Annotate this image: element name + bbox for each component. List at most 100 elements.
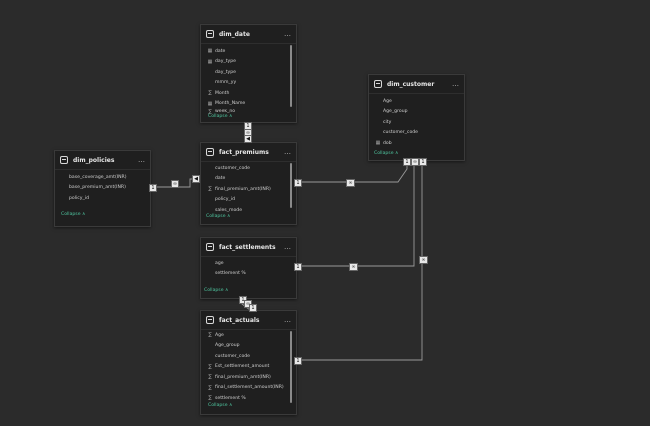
table-title: fact_settlements [219, 243, 276, 251]
cardinality-one: 1 [149, 184, 157, 192]
field-name: dob [383, 140, 392, 146]
table-icon [374, 80, 382, 88]
table-header[interactable]: dim_policies … [55, 151, 150, 170]
scrollbar[interactable] [290, 45, 292, 107]
more-options-icon[interactable]: … [284, 148, 291, 156]
field-row[interactable]: ∑ Month [201, 88, 296, 99]
sigma-icon: ∑ [208, 332, 212, 339]
sigma-icon: ∑ [208, 384, 212, 391]
filter-direction-arrow: ◀ [244, 135, 252, 143]
field-row[interactable]: base_premium_amt(INR) [55, 183, 150, 194]
field-name: date [215, 176, 226, 182]
field-row[interactable]: ▦ Month_Name [201, 99, 296, 110]
field-name: Age_group [215, 343, 240, 349]
field-row[interactable]: customer_code [369, 128, 464, 139]
table-dim-policies[interactable]: dim_policies … base_coverage_amt(INR) ba… [54, 150, 151, 227]
field-row[interactable]: customer_code [201, 163, 296, 174]
field-name: mmm_yy [215, 80, 237, 86]
more-options-icon[interactable]: … [284, 30, 291, 38]
field-row[interactable]: policy_id [201, 195, 296, 206]
more-options-icon[interactable]: … [284, 316, 291, 324]
table-icon [206, 30, 214, 38]
field-row[interactable]: ∑ final_premium_amt(INR) [201, 184, 296, 195]
cardinality-one: 1 [294, 357, 302, 365]
field-name: customer_code [215, 165, 251, 171]
field-row[interactable]: settlement % [201, 269, 296, 280]
field-row[interactable]: ∑ settlement % [201, 393, 296, 404]
collapse-link[interactable]: Collapse ∧ [374, 151, 398, 156]
table-icon [206, 243, 214, 251]
table-header[interactable]: fact_actuals … [201, 311, 296, 330]
field-row[interactable]: date [201, 174, 296, 185]
collapse-link[interactable]: Collapse ∧ [61, 212, 85, 217]
field-name: day_type [215, 69, 237, 75]
field-row[interactable]: age [201, 258, 296, 269]
collapse-link[interactable]: Collapse ∧ [208, 114, 232, 119]
cardinality-many: ∞ [419, 256, 428, 264]
field-name: final_premium_amt(INR) [215, 186, 271, 192]
table-header[interactable]: fact_settlements … [201, 238, 296, 257]
field-name: Month_Name [215, 101, 246, 107]
cardinality-one: 1 [294, 179, 302, 187]
field-name: settlement % [215, 395, 246, 401]
table-dim-customer[interactable]: dim_customer … Age Age_group city custom… [368, 74, 465, 161]
field-name: final_premium_amt(INR) [215, 374, 271, 380]
field-name: policy_id [69, 195, 90, 201]
cardinality-one: 1 [249, 304, 257, 312]
table-title: fact_actuals [219, 316, 260, 324]
field-row[interactable]: ∑ Age [201, 330, 296, 341]
table-icon [206, 316, 214, 324]
field-row[interactable]: mmm_yy [201, 78, 296, 89]
sigma-icon: ∑ [208, 374, 212, 381]
cardinality-one: 1 [419, 158, 427, 166]
table-fact-premiums[interactable]: fact_premiums … customer_code date ∑ fina… [200, 142, 297, 225]
field-row[interactable]: Age [369, 96, 464, 107]
cardinality-many: ∞ [171, 180, 179, 188]
field-row[interactable]: Age_group [369, 107, 464, 118]
more-options-icon[interactable]: … [138, 156, 145, 164]
sigma-icon: ∑ [208, 90, 212, 97]
field-row[interactable]: customer_code [201, 351, 296, 362]
table-title: dim_policies [73, 156, 115, 164]
field-row[interactable]: ▦ day_type [201, 57, 296, 68]
field-name: policy_id [215, 197, 236, 203]
collapse-link[interactable]: Collapse ∧ [204, 288, 228, 293]
sigma-icon: ∑ [208, 395, 212, 402]
collapse-link[interactable]: Collapse ∧ [206, 214, 230, 219]
rel-line-actuals-customer [295, 160, 423, 361]
field-row[interactable]: ▦ date [201, 46, 296, 57]
field-row[interactable]: day_type [201, 67, 296, 78]
field-name: city [383, 119, 392, 125]
scrollbar[interactable] [290, 163, 292, 208]
more-options-icon[interactable]: … [452, 80, 459, 88]
scrollbar[interactable] [290, 331, 292, 403]
field-row[interactable]: base_coverage_amt(INR) [55, 172, 150, 183]
field-row[interactable]: policy_id [55, 193, 150, 204]
cardinality-one: 1 [294, 263, 302, 271]
field-name: Month [215, 90, 230, 96]
table-fact-actuals[interactable]: fact_actuals … ∑ Age Age_group customer_c… [200, 310, 297, 415]
field-row[interactable]: city [369, 117, 464, 128]
field-name: day_type [215, 59, 237, 65]
field-row[interactable]: ∑ Est_settlement_amount [201, 362, 296, 373]
table-dim-date[interactable]: dim_date … ▦ date ▦ day_type day_type mmm_… [200, 24, 297, 123]
field-row[interactable]: ∑ final_premium_amt(INR) [201, 372, 296, 383]
filter-direction-arrow: ◀ [192, 175, 200, 183]
field-name: settlement % [215, 271, 246, 277]
collapse-link[interactable]: Collapse ∧ [208, 403, 232, 408]
table-fact-settlements[interactable]: fact_settlements … age settlement % Coll… [200, 237, 297, 299]
table-header[interactable]: dim_customer … [369, 75, 464, 94]
field-row[interactable]: ∑ final_settlement_amount(INR) [201, 383, 296, 394]
cardinality-many: ∞ [349, 263, 358, 271]
calendar-icon: ▦ [375, 140, 381, 147]
field-name: final_settlement_amount(INR) [215, 385, 284, 391]
field-name: customer_code [215, 353, 251, 359]
field-row[interactable]: ▦ dob [369, 138, 464, 149]
sigma-icon: ∑ [208, 186, 212, 193]
table-header[interactable]: fact_premiums … [201, 143, 296, 162]
more-options-icon[interactable]: … [284, 243, 291, 251]
table-header[interactable]: dim_date … [201, 25, 296, 44]
cardinality-many: ∞ [346, 179, 355, 187]
calendar-icon: ▦ [207, 100, 213, 107]
field-row[interactable]: Age_group [201, 341, 296, 352]
